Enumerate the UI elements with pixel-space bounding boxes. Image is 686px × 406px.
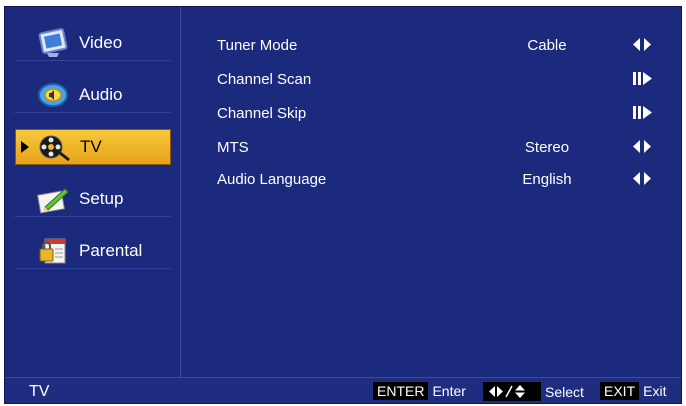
exit-hint-label: Exit xyxy=(643,383,667,399)
sidebar: Video Audio TV Setup Parental xyxy=(5,7,181,377)
enter-key-badge: ENTER xyxy=(373,382,429,400)
tv-menu-screen: Video Audio TV Setup Parental Tuner Mode… xyxy=(4,6,682,404)
navigate-arrows-icon xyxy=(483,382,541,401)
setting-name: Channel Scan xyxy=(217,70,312,88)
setting-name: Tuner Mode xyxy=(217,36,298,54)
audio-speaker-icon xyxy=(33,79,73,111)
hint-enter[interactable]: ENTER Enter xyxy=(373,382,466,400)
sidebar-item-parental[interactable]: Parental xyxy=(15,233,171,269)
sidebar-item-audio[interactable]: Audio xyxy=(15,77,171,113)
hint-select[interactable]: Select xyxy=(483,382,584,401)
sidebar-item-setup[interactable]: Setup xyxy=(15,181,171,217)
selection-pointer-icon xyxy=(16,141,34,153)
sidebar-item-label: Audio xyxy=(79,84,123,104)
current-menu-title: TV xyxy=(29,383,50,400)
setup-pencil-icon xyxy=(33,183,73,215)
setting-row-mts[interactable]: MTS Stereo xyxy=(217,135,669,159)
sidebar-item-label: Setup xyxy=(79,188,124,208)
bottom-bar: TV ENTER Enter Select EXIT Exit xyxy=(5,377,681,403)
sidebar-item-label: TV xyxy=(80,137,102,156)
setting-name: Channel Skip xyxy=(217,104,307,122)
left-right-arrows-icon[interactable] xyxy=(633,38,651,55)
sidebar-item-tv[interactable]: TV xyxy=(15,129,171,165)
setting-value: English xyxy=(522,170,572,188)
video-monitor-icon xyxy=(33,27,73,59)
parental-lock-icon xyxy=(33,235,73,267)
left-right-arrows-icon[interactable] xyxy=(633,140,651,157)
tv-film-reel-icon xyxy=(34,131,74,163)
setting-name: MTS xyxy=(217,138,249,156)
setting-row-audio-language[interactable]: Audio Language English xyxy=(217,167,669,191)
setting-row-tuner-mode[interactable]: Tuner Mode Cable xyxy=(217,33,669,57)
sidebar-item-label: Video xyxy=(79,32,123,52)
select-hint-label: Select xyxy=(545,383,584,400)
setting-name: Audio Language xyxy=(217,170,327,188)
enter-submenu-icon[interactable] xyxy=(633,106,653,123)
setting-row-channel-scan[interactable]: Channel Scan xyxy=(217,67,669,91)
exit-key-badge: EXIT xyxy=(600,382,640,400)
settings-panel: Tuner Mode Cable Channel Scan Channel Sk… xyxy=(181,7,681,377)
enter-submenu-icon[interactable] xyxy=(633,72,653,89)
sidebar-item-video[interactable]: Video xyxy=(15,25,171,61)
enter-hint-label: Enter xyxy=(432,383,466,399)
setting-value: Cable xyxy=(527,36,567,54)
hint-exit[interactable]: EXIT Exit xyxy=(600,382,666,400)
setting-row-channel-skip[interactable]: Channel Skip xyxy=(217,101,669,125)
sidebar-item-label: Parental xyxy=(79,240,143,260)
left-right-arrows-icon[interactable] xyxy=(633,172,651,189)
setting-value: Stereo xyxy=(524,138,570,156)
